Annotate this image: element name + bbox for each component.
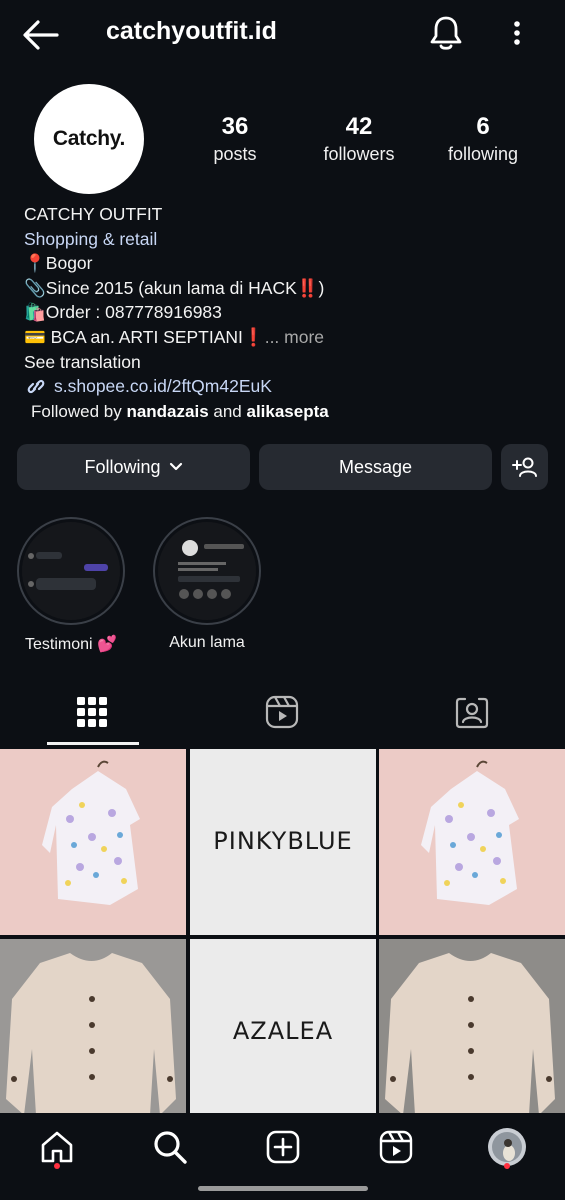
bio-line: 🛍️Order : 087778916983 bbox=[24, 302, 222, 323]
post-thumbnail[interactable]: AZALEA bbox=[190, 939, 376, 1125]
post-thumbnail[interactable]: PINKYBLUE bbox=[190, 749, 376, 935]
posts-count: 36 bbox=[221, 113, 249, 140]
profile-avatar[interactable]: Catchy. bbox=[34, 84, 144, 194]
story-highlight[interactable]: Testimoni 💕 bbox=[16, 517, 126, 654]
reels-nav-icon[interactable] bbox=[376, 1127, 416, 1167]
posts-label: posts bbox=[213, 144, 257, 164]
profile-tabs bbox=[0, 684, 565, 746]
grid-icon[interactable] bbox=[72, 692, 112, 732]
avatar-logo-text: Catchy. bbox=[52, 127, 126, 150]
post-thumbnail[interactable] bbox=[379, 749, 565, 935]
highlight-label: Akun lama bbox=[169, 634, 245, 651]
posts-count-stat[interactable]: 36 posts bbox=[195, 112, 275, 166]
profile-category[interactable]: Shopping & retail bbox=[24, 227, 544, 252]
post-thumbnail[interactable] bbox=[0, 749, 186, 935]
post-title-text: AZALEA bbox=[232, 1017, 334, 1045]
post-thumbnail[interactable] bbox=[379, 939, 565, 1125]
back-arrow-icon[interactable] bbox=[22, 18, 60, 52]
home-icon[interactable] bbox=[37, 1127, 77, 1167]
profile-username: catchyoutfit.id bbox=[106, 17, 277, 45]
bio-link[interactable]: s.shopee.co.id/2ftQm42EuK bbox=[24, 374, 544, 399]
followed-by-user: nandazais bbox=[126, 402, 209, 421]
bio-link-text: s.shopee.co.id/2ftQm42EuK bbox=[54, 376, 272, 397]
profile-avatar-nav[interactable] bbox=[487, 1127, 527, 1167]
following-count-stat[interactable]: 6 following bbox=[436, 112, 530, 166]
highlight-ring bbox=[153, 517, 261, 625]
highlight-cover-profile-screenshot bbox=[158, 522, 256, 620]
following-button-label: Following bbox=[84, 456, 161, 477]
followers-count: 42 bbox=[345, 113, 373, 140]
tagged-icon[interactable] bbox=[452, 692, 492, 732]
followed-by-user: alikasepta bbox=[246, 402, 329, 421]
bio-line-text: 💳 BCA an. ARTI SEPTIANI❗ bbox=[24, 326, 265, 347]
followed-by-and: and bbox=[213, 402, 242, 421]
highlight-label: Testimoni 💕 bbox=[25, 636, 117, 653]
profile-notification-dot bbox=[504, 1163, 510, 1169]
more-options-icon[interactable] bbox=[505, 17, 529, 49]
followers-label: followers bbox=[323, 144, 395, 164]
active-tab-indicator bbox=[47, 742, 139, 745]
following-button[interactable]: Following bbox=[17, 444, 250, 490]
message-button[interactable]: Message bbox=[259, 444, 492, 490]
create-post-icon[interactable] bbox=[263, 1127, 303, 1167]
add-user-icon bbox=[511, 457, 537, 477]
home-notification-dot bbox=[54, 1163, 60, 1169]
following-count: 6 bbox=[476, 113, 490, 140]
post-thumbnail[interactable] bbox=[0, 939, 186, 1125]
more-link[interactable]: ... more bbox=[265, 327, 324, 347]
bell-icon[interactable] bbox=[428, 14, 464, 52]
link-icon bbox=[27, 380, 45, 394]
followed-by-prefix: Followed by bbox=[31, 402, 122, 421]
reels-icon[interactable] bbox=[262, 692, 302, 732]
message-button-label: Message bbox=[338, 456, 413, 477]
search-icon[interactable] bbox=[150, 1127, 190, 1167]
profile-bio: CATCHY OUTFIT Shopping & retail 📍Bogor 📎… bbox=[24, 202, 544, 399]
bio-line: 📍Bogor bbox=[24, 253, 93, 274]
posts-grid: PINKYBLUE AZALEA bbox=[0, 749, 565, 1125]
highlight-ring bbox=[17, 517, 125, 625]
bio-line-last: 💳 BCA an. ARTI SEPTIANI❗... more bbox=[24, 325, 544, 350]
followed-by-text[interactable]: Followed by nandazais and alikasepta bbox=[31, 402, 329, 422]
see-translation-link[interactable]: See translation bbox=[24, 350, 544, 375]
chevron-down-icon bbox=[169, 462, 182, 471]
followers-count-stat[interactable]: 42 followers bbox=[308, 112, 410, 166]
story-highlight[interactable]: Akun lama bbox=[152, 517, 262, 652]
top-bar: catchyoutfit.id bbox=[0, 0, 565, 70]
following-label: following bbox=[447, 144, 519, 164]
post-title-text: PINKYBLUE bbox=[213, 827, 353, 855]
profile-name: CATCHY OUTFIT bbox=[24, 204, 163, 224]
bio-line: 📎Since 2015 (akun lama di HACK‼️) bbox=[24, 277, 325, 298]
highlight-cover-chat-screenshot bbox=[22, 522, 120, 620]
add-user-button[interactable] bbox=[501, 444, 548, 490]
home-indicator bbox=[198, 1186, 368, 1191]
